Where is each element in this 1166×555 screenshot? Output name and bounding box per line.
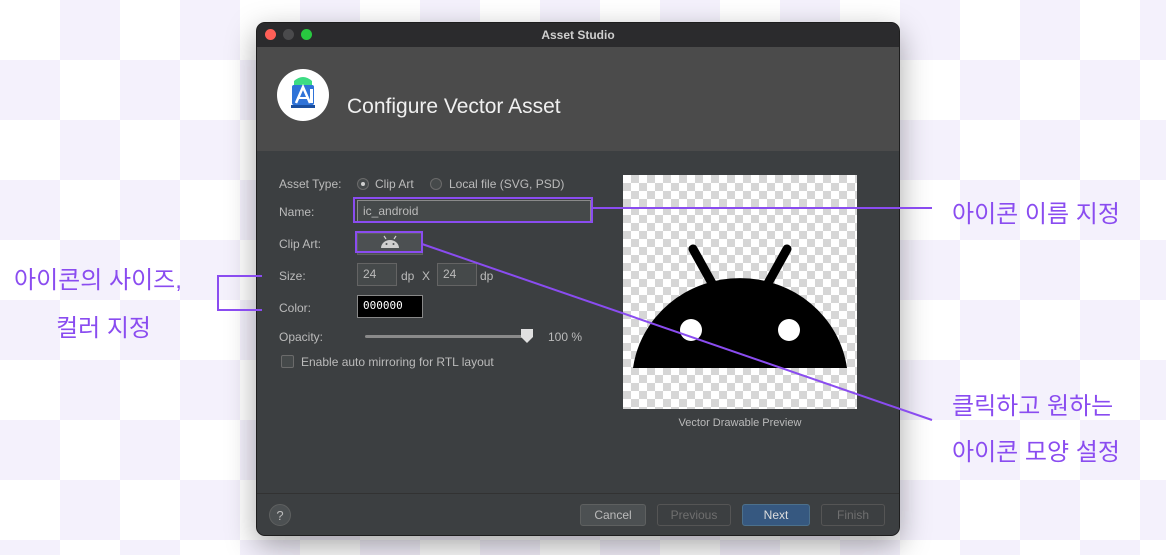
previous-button[interactable]: Previous xyxy=(657,504,731,526)
window-title: Asset Studio xyxy=(541,28,615,42)
size-times-sign: X xyxy=(422,269,431,283)
android-studio-logo-icon xyxy=(277,69,329,121)
title-bar: Asset Studio xyxy=(257,23,899,47)
clipart-annotation-line2: 아이콘 모양 설정 xyxy=(952,439,1120,466)
android-icon xyxy=(381,235,399,248)
opacity-label: Opacity: xyxy=(279,330,324,344)
size-annotation-line1: 아이콘의 사이즈, xyxy=(14,267,182,294)
size-annotation-line2: 컬러 지정 xyxy=(56,315,151,342)
width-field[interactable]: 24 xyxy=(357,263,397,286)
rtl-checkbox[interactable] xyxy=(281,355,294,368)
form-area: Asset Type: Clip Art Local file (SVG, PS… xyxy=(257,151,899,493)
asset-studio-window: Asset Studio Configure Vector Asset Asse… xyxy=(256,22,900,536)
preview-caption: Vector Drawable Preview xyxy=(678,417,802,429)
help-button[interactable]: ? xyxy=(269,504,291,526)
height-field[interactable]: 24 xyxy=(437,263,477,286)
name-annotation: 아이콘 이름 지정 xyxy=(952,201,1120,228)
rtl-checkbox-label[interactable]: Enable auto mirroring for RTL layout xyxy=(301,355,494,369)
dialog-footer: ? Cancel Previous Next Finish xyxy=(257,493,899,535)
close-window-button[interactable] xyxy=(265,29,276,40)
asset-type-label: Asset Type: xyxy=(279,177,342,191)
zoom-window-button[interactable] xyxy=(301,29,312,40)
clip-art-button[interactable] xyxy=(357,233,423,255)
opacity-slider-knob[interactable] xyxy=(521,329,533,343)
name-field[interactable]: ic_android xyxy=(357,200,591,222)
local-file-radio-label[interactable]: Local file (SVG, PSD) xyxy=(449,177,564,191)
clip-art-label: Clip Art: xyxy=(279,237,322,251)
clip-art-radio[interactable] xyxy=(357,178,369,190)
width-unit: dp xyxy=(401,269,415,283)
clip-art-radio-label[interactable]: Clip Art xyxy=(375,177,414,191)
clipart-annotation-line1: 클릭하고 원하는 xyxy=(952,393,1114,420)
local-file-radio[interactable] xyxy=(430,178,442,190)
next-button[interactable]: Next xyxy=(742,504,810,526)
finish-button[interactable]: Finish xyxy=(821,504,885,526)
minimize-window-button[interactable] xyxy=(283,29,294,40)
cancel-button[interactable]: Cancel xyxy=(580,504,646,526)
size-label: Size: xyxy=(279,269,306,283)
name-label: Name: xyxy=(279,205,315,219)
vector-preview xyxy=(623,175,857,409)
page-title: Configure Vector Asset xyxy=(347,95,561,118)
opacity-slider-track[interactable] xyxy=(365,335,525,338)
height-unit: dp xyxy=(480,269,494,283)
color-label: Color: xyxy=(279,301,312,315)
opacity-value: 100 % xyxy=(548,330,583,344)
color-field[interactable]: 000000 xyxy=(357,295,423,318)
android-icon xyxy=(633,244,847,368)
dialog-header: Configure Vector Asset xyxy=(257,47,899,151)
